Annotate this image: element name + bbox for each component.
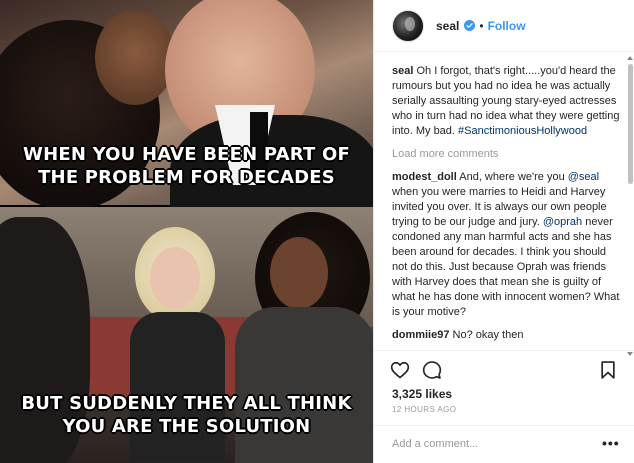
comment-text: never condoned any man harmful acts and … [392,216,620,318]
likes-count[interactable]: 3,325 likes [392,387,452,401]
more-options-button[interactable]: ••• [602,435,620,451]
scroll-thumb[interactable] [628,64,633,184]
username[interactable]: seal [436,19,459,33]
post-timestamp[interactable]: 12 HOURS AGO [392,405,456,414]
follow-button[interactable]: Follow [488,19,526,33]
woman-face-shape [270,237,328,309]
scroll-up-arrow-icon[interactable] [627,56,633,60]
comment-author[interactable]: seal [392,65,413,77]
meme-caption-top-line-2: THE PROBLEM FOR DECADES [38,167,335,188]
comment-item: modest_doll And, where we're you @seal w… [392,170,620,320]
mention-link[interactable]: @seal [568,171,599,183]
meme-caption-top-line-1: WHEN YOU HAVE BEEN PART OF [23,144,350,165]
post-side-panel: seal • Follow seal Oh I forgot, that's r… [373,0,634,463]
hashtag-link[interactable]: #SanctimoniousHollywood [458,125,587,137]
load-more-comments-button[interactable]: Load more comments [392,147,620,162]
avatar[interactable] [392,9,424,42]
comment-text: And, where we're you [459,171,565,183]
heart-icon[interactable] [390,360,410,380]
mention-link[interactable]: @oprah [543,216,582,228]
face-shape-left [95,10,175,105]
meme-caption-top: WHEN YOU HAVE BEEN PART OF THE PROBLEM F… [0,143,373,189]
meme-caption-bottom-line-1: BUT SUDDENLY THEY ALL THINK [21,393,352,414]
post-image[interactable]: WHEN YOU HAVE BEEN PART OF THE PROBLEM F… [0,0,373,463]
verified-badge-icon [464,20,476,31]
black-dress-shape [130,312,225,462]
comment-item: dommiie97 No? okay then [392,328,620,343]
meme-caption-bottom-line-2: YOU ARE THE SOLUTION [62,416,311,437]
bookmark-icon[interactable] [598,360,618,380]
comment-text: No? okay then [452,329,524,341]
add-comment-bar: ••• [374,425,634,463]
action-bar [374,350,634,388]
meme-caption-bottom: BUT SUDDENLY THEY ALL THINK YOU ARE THE … [0,392,373,438]
comment-author[interactable]: dommiie97 [392,329,449,341]
post-header: seal • Follow [374,0,634,52]
comment-icon[interactable] [422,360,442,380]
add-comment-input[interactable] [392,436,582,452]
instagram-post: WHEN YOU HAVE BEEN PART OF THE PROBLEM F… [0,0,634,463]
comments-list[interactable]: seal Oh I forgot, that's right.....you'd… [392,64,620,354]
comments-scrollbar[interactable] [626,56,634,356]
post-caption: seal Oh I forgot, that's right.....you'd… [392,64,620,139]
blonde-face-shape [150,247,200,309]
grey-top-shape [235,307,373,463]
comment-author[interactable]: modest_doll [392,171,457,183]
separator-dot: • [479,18,484,33]
